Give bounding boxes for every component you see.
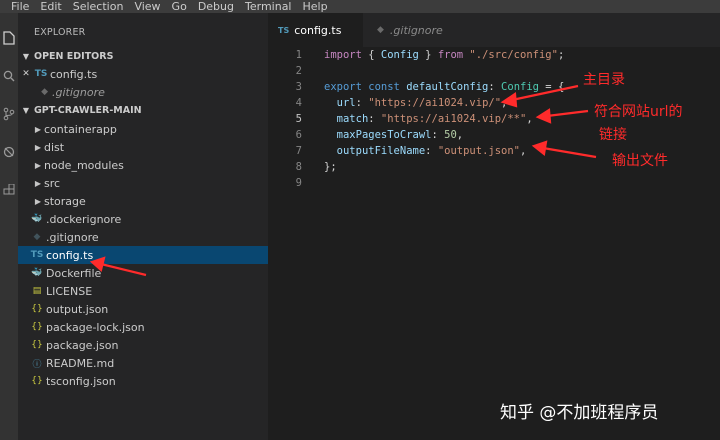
annotation-output-file: 输出文件 bbox=[612, 153, 668, 169]
arrow-url bbox=[546, 109, 589, 118]
annotation-arrows bbox=[89, 84, 597, 277]
arrow-config-file bbox=[100, 262, 147, 277]
arrow-output bbox=[542, 146, 597, 159]
arrow-main-dir-head bbox=[500, 92, 518, 108]
annotation-main-dir: 主目录 bbox=[583, 72, 625, 88]
arrow-output-head bbox=[531, 140, 548, 157]
arrow-main-dir bbox=[511, 84, 579, 102]
arrow-url-head bbox=[535, 108, 552, 124]
annotation-url-match-2: 链接 bbox=[599, 127, 627, 143]
arrow-config-file-head bbox=[89, 256, 106, 273]
annotation-url-match-1: 符合网站url的 bbox=[594, 104, 683, 120]
watermark: 知乎 @不加班程序员 bbox=[500, 403, 659, 423]
